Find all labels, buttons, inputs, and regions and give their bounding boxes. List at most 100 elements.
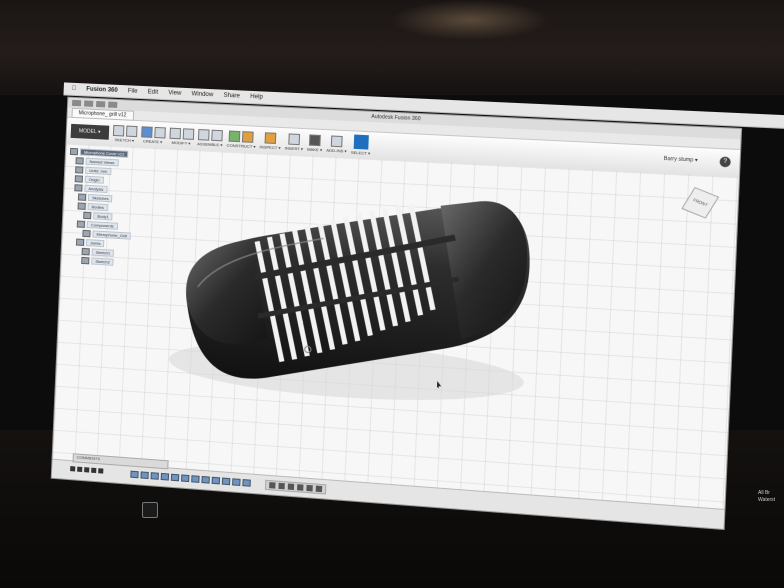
plane-icon bbox=[228, 130, 241, 142]
timeline-feature[interactable] bbox=[201, 475, 210, 484]
grid-settings-icon[interactable] bbox=[315, 485, 323, 493]
display-settings-icon[interactable] bbox=[306, 484, 313, 492]
timeline-feature[interactable] bbox=[160, 472, 170, 481]
fillet-icon bbox=[182, 127, 194, 140]
folder-icon bbox=[75, 157, 84, 165]
monitor-logo-icon bbox=[142, 502, 158, 518]
user-menu[interactable]: Barry stump ▾ bbox=[664, 156, 698, 164]
browser-item-label: Units: mm bbox=[85, 166, 112, 176]
axis-icon bbox=[242, 130, 254, 143]
create-label: CREATE ▾ bbox=[142, 137, 163, 144]
scripts-icon bbox=[330, 134, 343, 147]
menu-share[interactable]: Share bbox=[223, 93, 240, 100]
press-pull-icon bbox=[168, 127, 181, 139]
timeline-controls bbox=[70, 466, 104, 474]
browser-item-label: Sketch2 bbox=[91, 257, 115, 266]
timeline-feature[interactable] bbox=[180, 474, 190, 483]
timeline-feature[interactable] bbox=[232, 478, 241, 486]
timeline-feature[interactable] bbox=[191, 475, 200, 483]
timeline-feature[interactable] bbox=[140, 471, 149, 480]
timeline-feature[interactable] bbox=[221, 477, 231, 486]
notification-line: All Br bbox=[758, 490, 770, 496]
browser-item-label: Components bbox=[86, 221, 118, 230]
workspace-switcher[interactable]: MODEL ▾ bbox=[70, 123, 109, 140]
timeline-feature[interactable] bbox=[170, 473, 180, 482]
menu-help[interactable]: Help bbox=[250, 94, 263, 101]
insert-group[interactable]: INSERT ▾ bbox=[284, 132, 304, 151]
menu-edit[interactable]: Edit bbox=[148, 89, 159, 96]
select-icon bbox=[353, 134, 369, 150]
model-render bbox=[167, 187, 533, 410]
menu-file[interactable]: File bbox=[128, 88, 138, 94]
sketch-icon bbox=[112, 124, 124, 136]
navigation-bar bbox=[264, 479, 327, 495]
redo-icon[interactable] bbox=[108, 101, 118, 108]
inspect-label: INSPECT ▾ bbox=[259, 143, 281, 150]
fit-icon[interactable] bbox=[297, 484, 304, 491]
quick-access bbox=[71, 99, 118, 108]
help-button[interactable]: ? bbox=[719, 156, 731, 168]
browser-item-label: Microphone_Grill bbox=[92, 230, 132, 240]
previous-icon[interactable] bbox=[77, 466, 83, 473]
browser-root-label: Microphone Cover v12 bbox=[79, 148, 129, 158]
notification-line: Waterst bbox=[758, 497, 776, 503]
sketch-group[interactable]: SKETCH ▾ bbox=[112, 124, 138, 143]
sketch-icon bbox=[81, 247, 90, 256]
insert-label: INSERT ▾ bbox=[284, 144, 304, 151]
microphone-grille-model[interactable] bbox=[151, 179, 537, 442]
joint-icon bbox=[211, 129, 223, 141]
ambient-light bbox=[390, 0, 550, 40]
body-icon bbox=[83, 211, 92, 220]
undo-icon[interactable] bbox=[96, 100, 106, 108]
timeline-feature[interactable] bbox=[242, 479, 251, 487]
menu-view[interactable]: View bbox=[168, 90, 181, 97]
insert-image-icon bbox=[288, 132, 301, 145]
units-icon bbox=[75, 166, 84, 174]
app-window: Autodesk Fusion 360 Microphone_ grill v1… bbox=[50, 96, 743, 531]
addins-group[interactable]: ADD-INS ▾ bbox=[326, 134, 347, 154]
browser-item-label: Bodies bbox=[87, 202, 109, 212]
create-group[interactable]: CREATE ▾ bbox=[140, 125, 166, 144]
addins-label: ADD-INS ▾ bbox=[326, 146, 347, 154]
inspect-group[interactable]: INSPECT ▾ bbox=[259, 131, 281, 150]
modify-group[interactable]: MODIFY ▾ bbox=[168, 127, 194, 145]
menu-window[interactable]: Window bbox=[191, 91, 213, 98]
browser-item-label: Analysis bbox=[84, 184, 108, 193]
viewcube[interactable]: FRONT bbox=[681, 186, 720, 219]
construct-group[interactable]: CONSTRUCT ▾ bbox=[226, 130, 256, 149]
timeline-feature[interactable] bbox=[211, 476, 221, 485]
file-menu-icon[interactable] bbox=[84, 100, 94, 107]
monitor-screen:  Fusion 360 File Edit View Window Share… bbox=[37, 60, 784, 539]
timeline-feature[interactable] bbox=[150, 472, 159, 480]
data-panel-icon[interactable] bbox=[71, 99, 82, 107]
box-icon bbox=[140, 125, 153, 138]
next-icon[interactable] bbox=[91, 467, 97, 474]
sketch-label: SKETCH ▾ bbox=[114, 136, 135, 143]
canvas-viewport[interactable]: Microphone Cover v12 Named Views Units: … bbox=[52, 143, 739, 510]
folder-icon bbox=[77, 202, 86, 210]
browser-item-label: Joints bbox=[85, 239, 105, 248]
select-label: SELECT ▾ bbox=[350, 149, 371, 156]
timeline-feature[interactable] bbox=[130, 470, 139, 479]
pan-icon[interactable] bbox=[278, 482, 285, 490]
3d-print-icon bbox=[309, 133, 321, 146]
apple-menu-icon[interactable]:  bbox=[72, 86, 77, 92]
folder-icon bbox=[75, 238, 85, 246]
folder-icon bbox=[74, 184, 83, 192]
window-title: Autodesk Fusion 360 bbox=[371, 113, 421, 123]
play-icon[interactable] bbox=[84, 467, 90, 473]
assemble-label: ASSEMBLE ▾ bbox=[197, 140, 223, 147]
last-icon[interactable] bbox=[98, 468, 104, 474]
assemble-group[interactable]: ASSEMBLE ▾ bbox=[197, 128, 223, 147]
sketch-icon bbox=[81, 256, 90, 265]
first-icon[interactable] bbox=[70, 466, 76, 472]
app-menu[interactable]: Fusion 360 bbox=[86, 86, 118, 93]
make-group[interactable]: MAKE ▾ bbox=[307, 133, 323, 152]
select-group[interactable]: SELECT ▾ bbox=[350, 134, 371, 156]
timeline-features bbox=[130, 470, 251, 487]
orbit-icon[interactable] bbox=[269, 482, 276, 489]
component-icon bbox=[82, 229, 91, 238]
notification: All Br Waterst bbox=[758, 490, 775, 504]
zoom-icon[interactable] bbox=[287, 483, 295, 491]
extrude-icon bbox=[153, 126, 166, 139]
